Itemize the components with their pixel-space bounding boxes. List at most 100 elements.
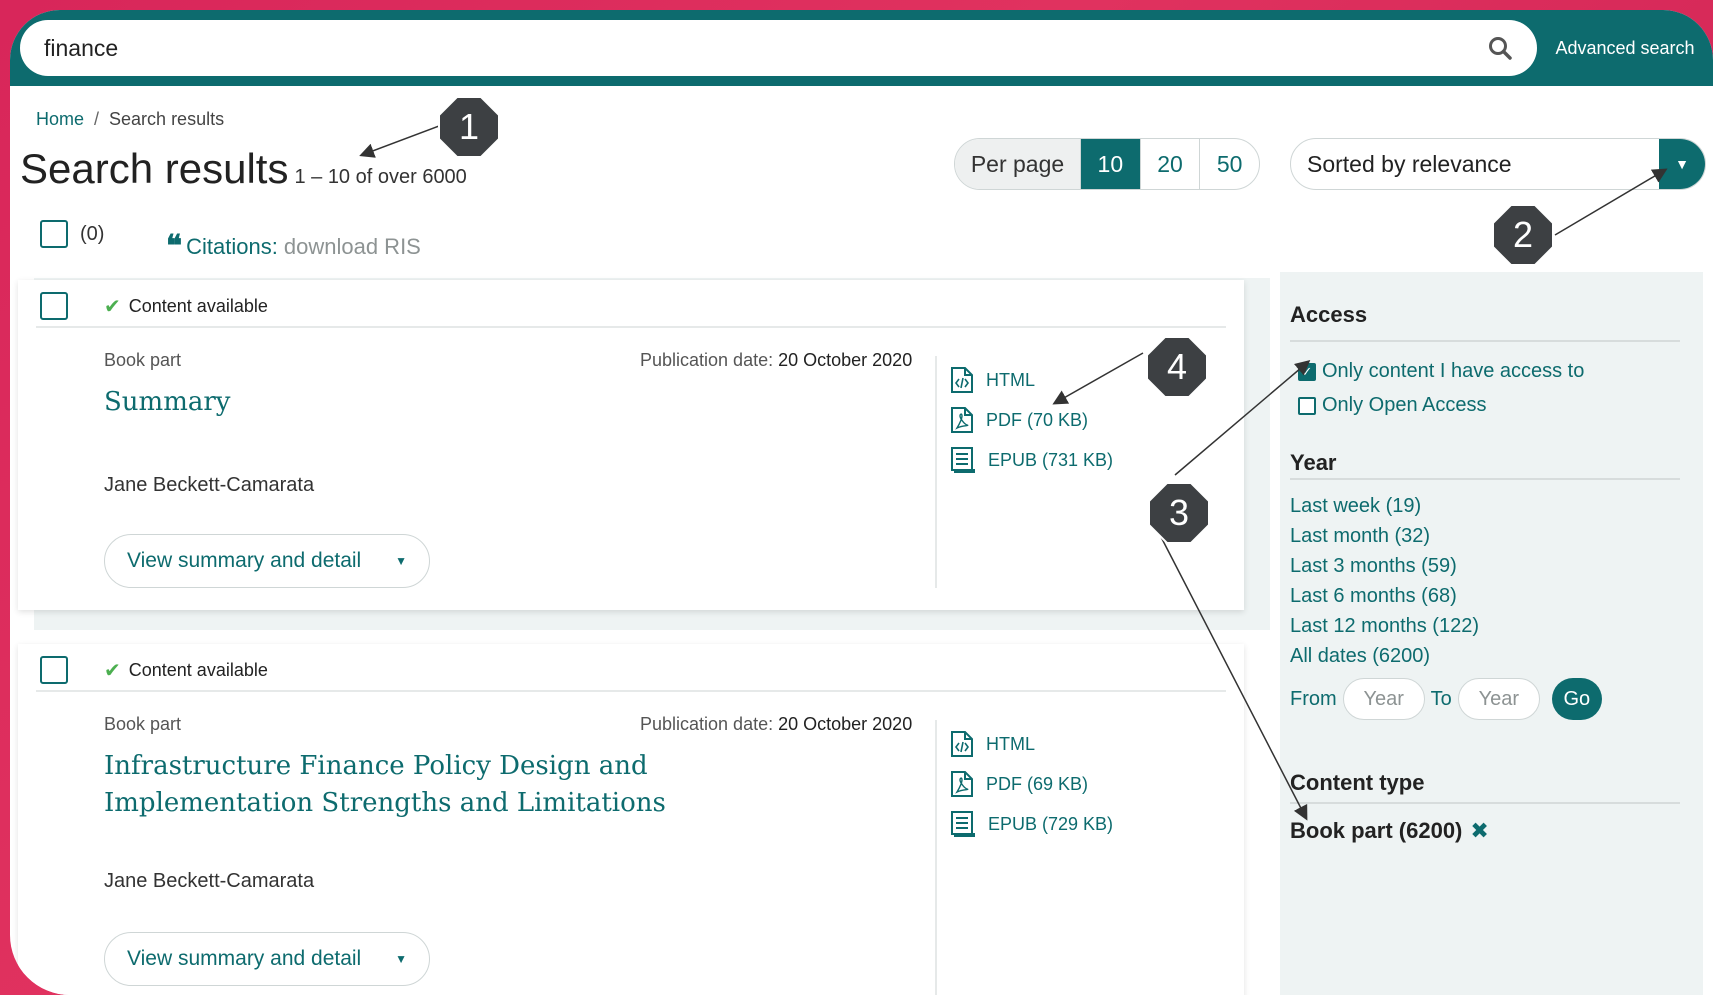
view-summary-label: View summary and detail bbox=[127, 947, 362, 970]
sort-dropdown[interactable]: Sorted by relevance ▼ bbox=[1290, 138, 1706, 190]
checkmark-icon: ✔ bbox=[104, 660, 121, 682]
download-ris-link[interactable]: download RIS bbox=[284, 234, 421, 260]
select-all-checkbox[interactable] bbox=[40, 220, 68, 248]
view-summary-button[interactable]: View summary and detail ▼ bbox=[104, 932, 430, 986]
checkbox-icon[interactable] bbox=[1298, 396, 1316, 415]
page-title-text: Search results bbox=[20, 145, 289, 192]
breadcrumb-current: Search results bbox=[109, 109, 225, 129]
access-heading: Access bbox=[1290, 302, 1368, 327]
caret-down-icon: ▼ bbox=[395, 554, 407, 568]
per-page-label: Per page bbox=[955, 139, 1080, 189]
filter-open-access-label: Only Open Access bbox=[1322, 394, 1487, 416]
close-icon[interactable]: ✖ bbox=[1470, 818, 1488, 844]
citations-label: Citations: bbox=[186, 234, 278, 259]
page-title: Search results 1 – 10 of over 6000 bbox=[20, 145, 467, 193]
per-page-option-50[interactable]: 50 bbox=[1199, 139, 1259, 189]
html-link[interactable]: HTML bbox=[950, 360, 1113, 400]
annotation-marker-4: 4 bbox=[1146, 336, 1208, 398]
vertical-divider bbox=[935, 356, 937, 588]
annotation-marker-label: 1 bbox=[458, 106, 480, 147]
availability-text: Content available bbox=[128, 296, 268, 316]
select-all: (0) bbox=[40, 220, 104, 248]
search-input[interactable] bbox=[44, 34, 1487, 62]
availability-status: ✔ Content available bbox=[104, 294, 268, 319]
html-file-icon bbox=[951, 367, 973, 393]
from-year-input[interactable]: Year bbox=[1342, 678, 1425, 720]
year-link-all-dates[interactable]: All dates (6200) bbox=[1290, 645, 1430, 668]
pdf-link[interactable]: PDF (69 KB) bbox=[950, 764, 1113, 804]
result-title-link[interactable]: Summary bbox=[104, 384, 864, 421]
year-link-last-3-months[interactable]: Last 3 months (59) bbox=[1290, 555, 1457, 578]
html-link-label: HTML bbox=[986, 733, 1035, 754]
year-link-last-month[interactable]: Last month (32) bbox=[1290, 525, 1430, 548]
year-link-last-12-months[interactable]: Last 12 months (122) bbox=[1290, 615, 1479, 638]
year-range: From Year To Year Go bbox=[1290, 678, 1602, 720]
content-type: Book part bbox=[104, 714, 182, 734]
availability-text: Content available bbox=[128, 660, 268, 680]
pdf-link-label: PDF (70 KB) bbox=[986, 409, 1089, 430]
result-author: Jane Beckett-Camarata bbox=[104, 474, 315, 496]
caret-down-icon: ▼ bbox=[395, 952, 407, 966]
epub-link[interactable]: EPUB (731 KB) bbox=[950, 440, 1113, 480]
advanced-search-link[interactable]: Advanced search bbox=[1540, 10, 1710, 86]
filter-sidebar: Access ✓ Only content I have access to On… bbox=[1280, 272, 1703, 995]
annotation-marker-label: 4 bbox=[1166, 346, 1188, 387]
go-button[interactable]: Go bbox=[1551, 678, 1602, 720]
from-label: From bbox=[1290, 687, 1337, 710]
content-type-heading: Content type bbox=[1290, 770, 1425, 795]
epub-link-label: EPUB (731 KB) bbox=[988, 449, 1114, 470]
html-file-icon bbox=[951, 731, 973, 757]
chevron-down-icon[interactable]: ▼ bbox=[1659, 139, 1705, 189]
filter-open-access[interactable]: Only Open Access bbox=[1298, 394, 1487, 417]
divider bbox=[1290, 340, 1680, 342]
content-type: Book part bbox=[104, 350, 182, 370]
html-link-label: HTML bbox=[986, 369, 1035, 390]
view-summary-button[interactable]: View summary and detail ▼ bbox=[104, 534, 430, 588]
year-link-last-6-months[interactable]: Last 6 months (68) bbox=[1290, 585, 1457, 608]
annotation-marker-2: 2 bbox=[1492, 204, 1554, 266]
annotation-marker-label: 3 bbox=[1168, 492, 1190, 533]
checkmark-icon: ✔ bbox=[104, 296, 121, 318]
publication-date-label: Publication date: bbox=[640, 714, 774, 734]
epub-book-icon bbox=[951, 811, 975, 837]
epub-link[interactable]: EPUB (729 KB) bbox=[950, 804, 1113, 844]
annotation-marker-3: 3 bbox=[1148, 482, 1210, 544]
per-page-option-20[interactable]: 20 bbox=[1139, 139, 1200, 189]
top-bar: Advanced search bbox=[10, 10, 1713, 86]
pdf-file-icon bbox=[951, 407, 973, 433]
breadcrumb-home-link[interactable]: Home bbox=[36, 109, 84, 129]
per-page-option-10[interactable]: 10 bbox=[1080, 139, 1140, 189]
to-year-input[interactable]: Year bbox=[1457, 678, 1540, 720]
year-link-last-week[interactable]: Last week (19) bbox=[1290, 495, 1421, 518]
publication-date: Publication date: 20 October 2020 bbox=[640, 714, 912, 735]
citations-download[interactable]: ❝ Citations: download RIS bbox=[166, 232, 421, 262]
pdf-link-label: PDF (69 KB) bbox=[986, 773, 1089, 794]
divider bbox=[36, 326, 1226, 328]
epub-book-icon bbox=[951, 447, 975, 473]
search-box[interactable] bbox=[20, 20, 1537, 76]
result-card: ✔ Content available Book part Publication… bbox=[18, 644, 1244, 995]
vertical-divider bbox=[935, 720, 937, 995]
search-icon[interactable] bbox=[1487, 35, 1513, 61]
annotation-marker-label: 2 bbox=[1512, 214, 1534, 255]
filter-my-access[interactable]: ✓ Only content I have access to bbox=[1298, 360, 1584, 383]
html-link[interactable]: HTML bbox=[950, 724, 1113, 764]
publication-date: Publication date: 20 October 2020 bbox=[640, 350, 912, 371]
result-author: Jane Beckett-Camarata bbox=[104, 870, 315, 892]
pdf-link[interactable]: PDF (70 KB) bbox=[950, 400, 1113, 440]
format-links: HTML PDF (69 KB) EPUB (729 KB) bbox=[950, 724, 1113, 844]
checkbox-checked-icon[interactable]: ✓ bbox=[1298, 362, 1316, 381]
divider bbox=[1290, 802, 1680, 804]
year-heading: Year bbox=[1290, 450, 1337, 475]
per-page-selector: Per page 10 20 50 bbox=[954, 138, 1260, 190]
result-select-checkbox[interactable] bbox=[40, 656, 68, 684]
result-select-checkbox[interactable] bbox=[40, 292, 68, 320]
publication-date-value: 20 October 2020 bbox=[778, 714, 913, 734]
sort-value: Sorted by relevance bbox=[1307, 150, 1512, 177]
to-label: To bbox=[1430, 687, 1452, 710]
page-frame: Advanced search Home / Search results Sear… bbox=[10, 10, 1713, 995]
result-title-link[interactable]: Infrastructure Finance Policy Design and… bbox=[104, 748, 864, 822]
breadcrumb: Home / Search results bbox=[36, 109, 224, 130]
filter-my-access-label: Only content I have access to bbox=[1322, 360, 1585, 382]
result-count: 1 – 10 of over 6000 bbox=[294, 166, 467, 188]
